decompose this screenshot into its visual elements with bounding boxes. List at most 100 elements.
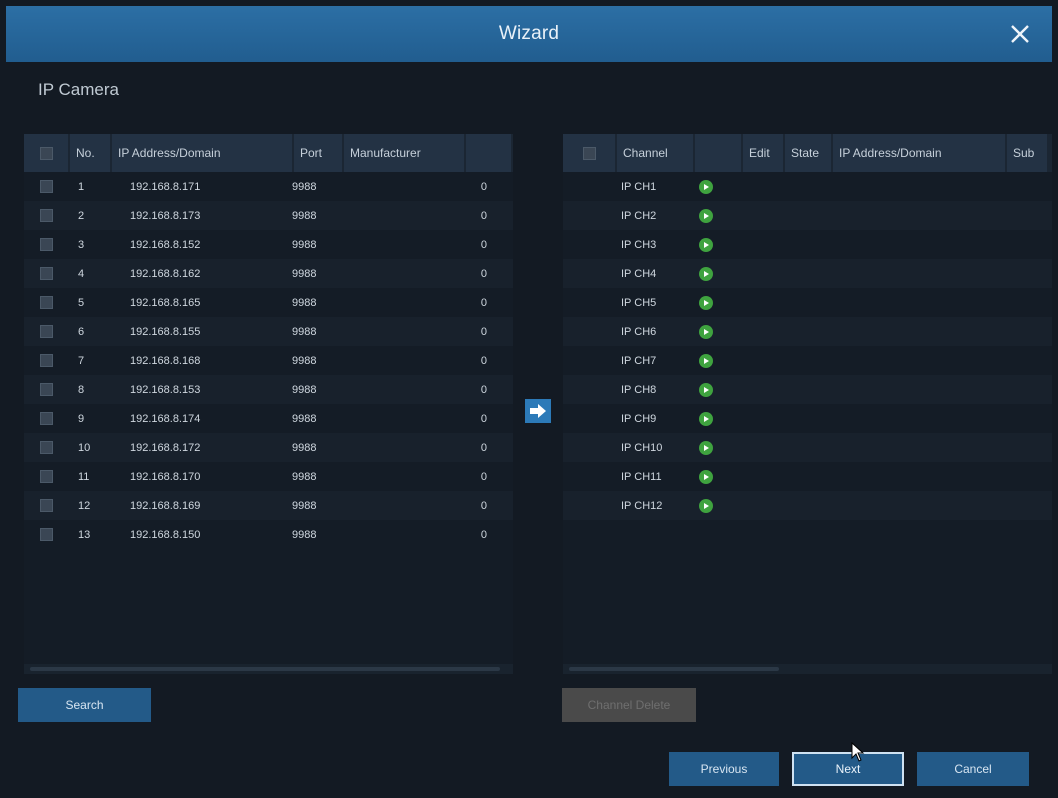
row-number: 12 [78, 499, 91, 512]
row-ip-address: 192.168.8.169 [130, 499, 201, 512]
row-status-cell [691, 208, 737, 223]
table-row[interactable]: IP CH3 [563, 230, 1052, 259]
row-port: 9988 [292, 325, 317, 338]
close-button[interactable] [1002, 16, 1038, 52]
search-results-table: No. IP Address/Domain Port Manufacturer … [24, 134, 513, 674]
row-checkbox[interactable] [39, 412, 53, 425]
row-status-cell [691, 324, 737, 339]
table-row[interactable]: 9 192.168.8.174 9988 0 [24, 404, 513, 433]
table-row[interactable]: IP CH5 [563, 288, 1052, 317]
column-header-ip[interactable]: IP Address/Domain [112, 134, 292, 172]
table-row[interactable]: IP CH12 [563, 491, 1052, 520]
row-port: 9988 [292, 528, 317, 541]
row-checkbox-cell [24, 470, 68, 483]
table-row[interactable]: IP CH2 [563, 201, 1052, 230]
play-icon[interactable] [699, 353, 713, 368]
table-row[interactable]: 6 192.168.8.155 9988 0 [24, 317, 513, 346]
select-all-checkbox[interactable] [39, 146, 53, 160]
row-port: 9988 [292, 412, 317, 425]
play-icon[interactable] [699, 440, 713, 455]
table-row[interactable]: 11 192.168.8.170 9988 0 [24, 462, 513, 491]
play-icon[interactable] [699, 382, 713, 397]
column-header-manufacturer[interactable]: Manufacturer [344, 134, 464, 172]
column-header-channel[interactable]: Channel [617, 134, 693, 172]
row-checkbox[interactable] [39, 499, 53, 512]
row-ip-address: 192.168.8.150 [130, 528, 201, 541]
row-checkbox[interactable] [39, 296, 53, 309]
table-row[interactable]: 12 192.168.8.169 9988 0 [24, 491, 513, 520]
row-extra: 0 [480, 412, 487, 425]
row-number: 6 [78, 325, 85, 338]
table-row[interactable]: IP CH6 [563, 317, 1052, 346]
row-extra: 0 [480, 441, 487, 454]
column-header-state[interactable]: State [785, 134, 831, 172]
column-header-edit[interactable]: Edit [743, 134, 783, 172]
column-header-port[interactable]: Port [294, 134, 342, 172]
row-port: 9988 [292, 267, 317, 280]
row-extra: 0 [480, 325, 487, 338]
play-icon[interactable] [699, 295, 713, 310]
table-row[interactable]: 10 192.168.8.172 9988 0 [24, 433, 513, 462]
row-checkbox-cell [24, 383, 68, 396]
channel-select-all-checkbox[interactable] [582, 146, 596, 160]
row-checkbox[interactable] [39, 209, 53, 222]
table-row[interactable]: 4 192.168.8.162 9988 0 [24, 259, 513, 288]
table-row[interactable]: 13 192.168.8.150 9988 0 [24, 520, 513, 549]
row-number: 13 [78, 528, 91, 541]
table-row[interactable]: IP CH7 [563, 346, 1052, 375]
row-status-cell [691, 237, 737, 252]
row-checkbox[interactable] [39, 383, 53, 396]
column-header-sub[interactable]: Sub [1007, 134, 1047, 172]
play-icon[interactable] [699, 237, 713, 252]
left-scrollbar-thumb[interactable] [30, 667, 500, 671]
row-checkbox[interactable] [39, 470, 53, 483]
column-header-extra[interactable] [466, 134, 511, 172]
play-icon[interactable] [699, 266, 713, 281]
cancel-button[interactable]: Cancel [917, 752, 1029, 786]
table-row[interactable]: 2 192.168.8.173 9988 0 [24, 201, 513, 230]
table-row[interactable]: 7 192.168.8.168 9988 0 [24, 346, 513, 375]
right-horizontal-scrollbar[interactable] [563, 664, 1052, 674]
play-icon[interactable] [699, 411, 713, 426]
row-channel: IP CH12 [621, 499, 663, 512]
table-row[interactable]: IP CH1 [563, 172, 1052, 201]
row-number: 5 [78, 296, 85, 309]
table-row[interactable]: 1 192.168.8.171 9988 0 [24, 172, 513, 201]
row-checkbox-cell [24, 528, 68, 541]
row-checkbox[interactable] [39, 325, 53, 338]
row-checkbox[interactable] [39, 238, 53, 251]
table-row[interactable]: IP CH11 [563, 462, 1052, 491]
column-header-no[interactable]: No. [70, 134, 110, 172]
row-number: 1 [78, 180, 85, 193]
row-checkbox[interactable] [39, 441, 53, 454]
left-horizontal-scrollbar[interactable] [24, 664, 513, 674]
row-checkbox[interactable] [39, 180, 53, 193]
play-icon[interactable] [699, 324, 713, 339]
table-row[interactable]: 8 192.168.8.153 9988 0 [24, 375, 513, 404]
row-status-cell [691, 440, 737, 455]
add-channel-button[interactable] [525, 399, 551, 423]
row-checkbox[interactable] [39, 267, 53, 280]
row-checkbox[interactable] [39, 528, 53, 541]
section-title: IP Camera [38, 80, 119, 99]
right-scrollbar-thumb[interactable] [569, 667, 779, 671]
row-checkbox[interactable] [39, 354, 53, 367]
row-checkbox-cell [24, 354, 68, 367]
table-row[interactable]: 3 192.168.8.152 9988 0 [24, 230, 513, 259]
row-port: 9988 [292, 209, 317, 222]
search-button[interactable]: Search [18, 688, 151, 722]
column-header-ip-address[interactable]: IP Address/Domain [833, 134, 1005, 172]
play-icon[interactable] [699, 208, 713, 223]
table-row[interactable]: IP CH9 [563, 404, 1052, 433]
play-icon[interactable] [699, 498, 713, 513]
play-icon[interactable] [699, 179, 713, 194]
next-button[interactable]: Next [792, 752, 904, 786]
table-row[interactable]: 5 192.168.8.165 9988 0 [24, 288, 513, 317]
table-row[interactable]: IP CH10 [563, 433, 1052, 462]
table-row[interactable]: IP CH8 [563, 375, 1052, 404]
channel-delete-button[interactable]: Channel Delete [562, 688, 696, 722]
table-row[interactable]: IP CH4 [563, 259, 1052, 288]
play-icon[interactable] [699, 469, 713, 484]
row-channel: IP CH8 [621, 383, 657, 396]
previous-button[interactable]: Previous [669, 752, 779, 786]
